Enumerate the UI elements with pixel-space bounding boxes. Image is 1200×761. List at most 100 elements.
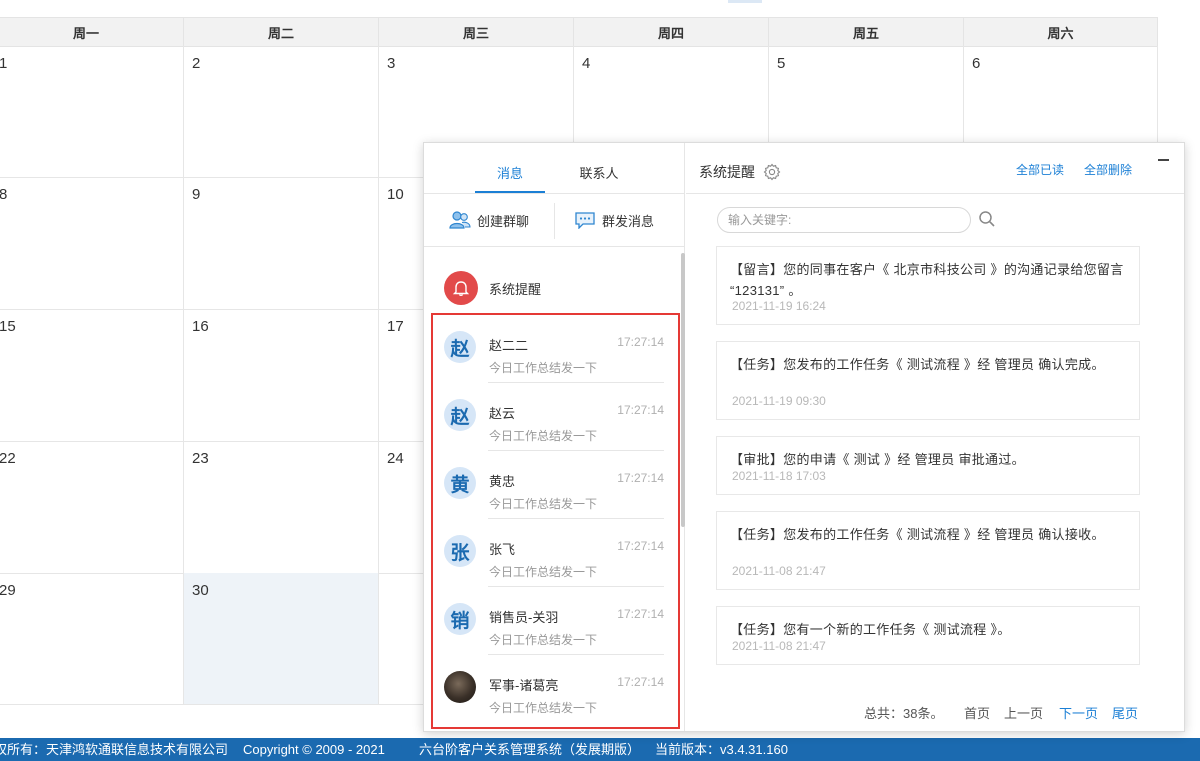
notification-date: 2021-11-18 17:03 xyxy=(732,469,826,483)
notification-pane: 系统提醒 全部已读 全部删除 输入关键字: 【留言】您的同事在客户《 北京市科技… xyxy=(686,143,1184,731)
conversation-scrollbar[interactable] xyxy=(681,253,685,527)
footer-copyright-owner: 权所有：天津鸿软通联信息技术有限公司 xyxy=(0,742,229,757)
avatar: 张 xyxy=(444,535,476,567)
day-cell[interactable]: 16 xyxy=(183,309,379,442)
panel-tabs: 消息 联系人 xyxy=(424,143,685,194)
conversation-item[interactable]: 赵 赵二二 17:27:14 今日工作总结发一下 xyxy=(444,319,664,387)
weekday-fri: 周五 xyxy=(768,17,964,47)
avatar: 赵 xyxy=(444,399,476,431)
conversation-item[interactable]: 销 销售员-关羽 17:27:14 今日工作总结发一下 xyxy=(444,591,664,659)
contact-name: 销售员-关羽 xyxy=(489,610,559,625)
message-preview: 今日工作总结发一下 xyxy=(489,565,598,579)
day-number: 3 xyxy=(387,55,396,72)
message-time: 17:27:14 xyxy=(617,675,664,689)
pager-first[interactable]: 首页 xyxy=(964,703,990,722)
pager-next[interactable]: 下一页 xyxy=(1059,703,1098,722)
notification-card[interactable]: 【任务】您发布的工作任务《 测试流程 》经 管理员 确认完成。 2021-11-… xyxy=(716,341,1140,420)
notification-date: 2021-11-19 16:24 xyxy=(732,299,826,313)
bell-icon xyxy=(444,271,478,305)
contact-name: 赵云 xyxy=(489,406,516,421)
day-cell[interactable]: 15 xyxy=(0,309,184,442)
system-notification-item[interactable]: 系统提醒 xyxy=(444,271,674,311)
delete-all-link[interactable]: 全部删除 xyxy=(1084,161,1132,178)
footer-copyright: Copyright © 2009 - 2021 xyxy=(243,742,385,757)
weekday-wed: 周三 xyxy=(378,17,574,47)
notification-text: 【任务】您发布的工作任务《 测试流程 》经 管理员 确认接收。 xyxy=(730,527,1105,542)
minimize-icon[interactable] xyxy=(1158,159,1169,161)
mark-all-read-link[interactable]: 全部已读 xyxy=(1016,161,1064,178)
broadcast-message-button[interactable]: 群发消息 xyxy=(574,207,654,233)
day-number: 17 xyxy=(387,318,404,335)
create-group-label: 创建群聊 xyxy=(477,213,530,229)
divider xyxy=(488,382,664,383)
notification-date: 2021-11-08 21:47 xyxy=(732,639,826,653)
contact-name: 赵二二 xyxy=(489,338,529,353)
notification-date: 2021-11-19 09:30 xyxy=(732,394,826,408)
notification-title-group: 系统提醒 xyxy=(699,162,781,182)
divider xyxy=(488,654,664,655)
contact-name: 张飞 xyxy=(489,542,516,557)
search-icon[interactable] xyxy=(978,210,996,228)
day-number: 29 xyxy=(0,582,16,599)
day-number: 4 xyxy=(582,55,591,72)
footer-system-name: 六台阶客户关系管理系统（发展期版） xyxy=(419,742,641,757)
conversation-item[interactable]: 张 张飞 17:27:14 今日工作总结发一下 xyxy=(444,523,664,591)
notification-text: 【任务】您有一个新的工作任务《 测试流程 》。 xyxy=(730,622,1011,637)
pager-prev[interactable]: 上一页 xyxy=(1004,703,1043,722)
message-preview: 今日工作总结发一下 xyxy=(489,429,598,443)
notification-title: 系统提醒 xyxy=(699,164,755,180)
day-number: 30 xyxy=(192,582,209,599)
conversation-item[interactable]: 军事-诸葛亮 17:27:14 今日工作总结发一下 xyxy=(444,659,664,727)
conversation-item[interactable]: 赵 赵云 17:27:14 今日工作总结发一下 xyxy=(444,387,664,455)
create-group-button[interactable]: 创建群聊 xyxy=(449,207,529,233)
notification-text: 【任务】您发布的工作任务《 测试流程 》经 管理员 确认完成。 xyxy=(730,357,1105,372)
day-cell[interactable]: 9 xyxy=(183,177,379,310)
day-cell[interactable]: 23 xyxy=(183,441,379,574)
day-number: 6 xyxy=(972,55,981,72)
action-divider xyxy=(554,203,555,239)
message-preview: 今日工作总结发一下 xyxy=(489,361,598,375)
notification-card[interactable]: 【任务】您发布的工作任务《 测试流程 》经 管理员 确认接收。 2021-11-… xyxy=(716,511,1140,590)
day-cell-today[interactable]: 30 xyxy=(183,573,379,705)
weekday-sat: 周六 xyxy=(963,17,1158,47)
message-preview: 今日工作总结发一下 xyxy=(489,497,598,511)
group-icon xyxy=(449,211,471,229)
notification-date: 2021-11-08 21:47 xyxy=(732,564,826,578)
day-number: 10 xyxy=(387,186,404,203)
day-cell[interactable]: 29 xyxy=(0,573,184,705)
gear-icon[interactable] xyxy=(763,163,781,181)
avatar: 赵 xyxy=(444,331,476,363)
pager-total: 总共：38条。 xyxy=(864,706,944,721)
status-footer: 权所有：天津鸿软通联信息技术有限公司 Copyright © 2009 - 20… xyxy=(0,738,1200,761)
footer-version: 当前版本：v3.4.31.160 xyxy=(655,742,788,757)
day-cell[interactable]: 1 xyxy=(0,46,184,178)
tab-contacts[interactable]: 联系人 xyxy=(564,163,634,193)
conversation-list: 系统提醒 赵 赵二二 17:27:14 今日工作总结发一下 赵 赵云 17:27… xyxy=(424,247,685,731)
message-preview: 今日工作总结发一下 xyxy=(489,633,598,647)
contact-name: 军事-诸葛亮 xyxy=(489,678,559,693)
system-notification-label: 系统提醒 xyxy=(489,282,542,297)
day-cell[interactable]: 2 xyxy=(183,46,379,178)
conversation-item[interactable]: 黄 黄忠 17:27:14 今日工作总结发一下 xyxy=(444,455,664,523)
chat-bubble-icon xyxy=(575,212,595,229)
notification-card[interactable]: 【任务】您有一个新的工作任务《 测试流程 》。 2021-11-08 21:47 xyxy=(716,606,1140,665)
avatar: 黄 xyxy=(444,467,476,499)
day-number: 2 xyxy=(192,55,201,72)
search-input[interactable]: 输入关键字: xyxy=(717,207,971,233)
pager-last[interactable]: 尾页 xyxy=(1112,703,1138,722)
weekday-thu: 周四 xyxy=(573,17,769,47)
day-cell[interactable]: 22 xyxy=(0,441,184,574)
notification-card[interactable]: 【审批】您的申请《 测试 》经 管理员 审批通过。 2021-11-18 17:… xyxy=(716,436,1140,495)
tab-messages[interactable]: 消息 xyxy=(475,163,545,193)
notification-card[interactable]: 【留言】您的同事在客户《 北京市科技公司 》的沟通记录给您留言 “123131”… xyxy=(716,246,1140,325)
notification-header: 系统提醒 全部已读 全部删除 xyxy=(686,143,1184,194)
day-cell[interactable]: 8 xyxy=(0,177,184,310)
avatar: 销 xyxy=(444,603,476,635)
message-preview: 今日工作总结发一下 xyxy=(489,701,598,715)
weekday-tue: 周二 xyxy=(183,17,379,47)
day-number: 5 xyxy=(777,55,786,72)
divider xyxy=(488,450,664,451)
broadcast-label: 群发消息 xyxy=(602,213,655,229)
day-number: 9 xyxy=(192,186,201,203)
message-time: 17:27:14 xyxy=(617,607,664,621)
